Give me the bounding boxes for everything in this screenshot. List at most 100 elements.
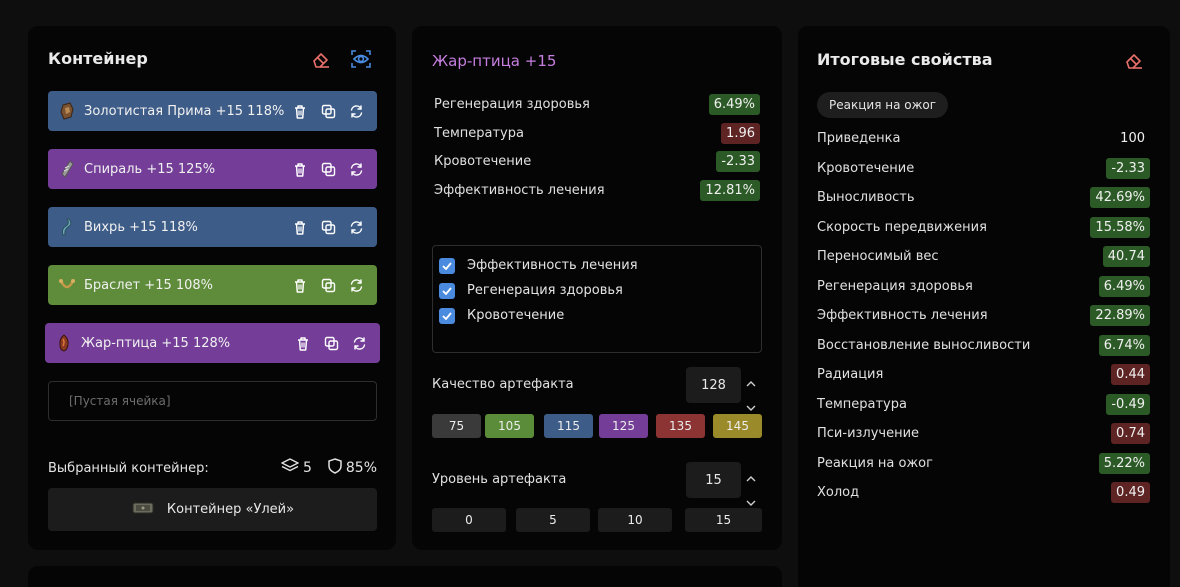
- layers-icon: [281, 458, 299, 478]
- level-preset-button[interactable]: 0: [432, 508, 506, 532]
- chevron-up-icon[interactable]: [746, 467, 756, 486]
- checklist-item[interactable]: Регенерация здоровья: [433, 278, 761, 303]
- eye-scan-icon[interactable]: [350, 48, 372, 70]
- stat-name: Регенерация здоровья: [434, 97, 590, 112]
- empty-slot[interactable]: [Пустая ячейка]: [48, 381, 377, 421]
- container-name: Контейнер «Улей»: [166, 502, 295, 517]
- checklist-label: Регенерация здоровья: [467, 283, 623, 298]
- eraser-icon[interactable]: [1123, 49, 1145, 71]
- refresh-icon[interactable]: [347, 160, 365, 178]
- artifact-slot[interactable]: Спираль +15 125%: [48, 149, 377, 189]
- stat-name: Кровотечение: [434, 154, 532, 169]
- eraser-icon[interactable]: [310, 48, 332, 70]
- copy-icon[interactable]: [319, 102, 337, 120]
- quality-input[interactable]: 128: [686, 367, 741, 403]
- selected-container-label: Выбранный контейнер:: [48, 460, 209, 476]
- copy-icon[interactable]: [319, 160, 337, 178]
- level-input[interactable]: 15: [686, 462, 741, 498]
- stat-value: -2.33: [716, 151, 760, 172]
- quality-preset-button[interactable]: 105: [485, 414, 534, 438]
- refresh-icon[interactable]: [347, 102, 365, 120]
- slot-label: Вихрь +15 118%: [84, 219, 198, 235]
- level-preset-button[interactable]: 10: [598, 508, 672, 532]
- bottom-panel: [28, 566, 782, 587]
- stat-row: Регенерация здоровья 6.49%: [434, 94, 760, 115]
- stat-value: 42.69%: [1090, 187, 1150, 208]
- total-stat-row: Пси-излучение 0.74: [817, 423, 1150, 444]
- artifact-slot[interactable]: Вихрь +15 118%: [48, 207, 377, 247]
- stat-value: 22.89%: [1090, 305, 1150, 326]
- quality-preset-button[interactable]: 75: [432, 414, 481, 438]
- stat-value: 15.58%: [1090, 216, 1150, 238]
- stat-name: Холод: [817, 485, 860, 500]
- checklist-label: Кровотечение: [467, 308, 565, 323]
- quality-preset-button[interactable]: 145: [713, 414, 762, 438]
- shield-icon: [328, 458, 342, 478]
- artifact-slot[interactable]: Жар-птица +15 128%: [45, 323, 380, 363]
- refresh-icon[interactable]: [347, 276, 365, 294]
- trash-icon[interactable]: [291, 218, 309, 236]
- stat-name: Скорость передвижения: [817, 219, 987, 235]
- panel-title: Контейнер: [48, 49, 148, 68]
- container-icon: [131, 500, 155, 520]
- total-stat-row: Переносимый вес 40.74: [817, 246, 1150, 267]
- container-panel: Контейнер Золотистая Прима +15 118% Спира…: [28, 26, 396, 550]
- total-stat-row: Температура -0.49: [817, 393, 1150, 415]
- level-preset-button[interactable]: 5: [516, 508, 590, 532]
- quality-preset-button[interactable]: 135: [656, 414, 705, 438]
- quality-label: Качество артефакта: [432, 377, 574, 392]
- trash-icon[interactable]: [291, 276, 309, 294]
- bracelet-icon: [58, 276, 76, 294]
- chevron-up-icon[interactable]: [746, 372, 756, 391]
- level-label: Уровень артефакта: [432, 472, 567, 487]
- stat-name: Выносливость: [817, 190, 915, 205]
- total-stat-row: Эффективность лечения 22.89%: [817, 305, 1150, 326]
- total-stat-row: Холод 0.49: [817, 482, 1150, 503]
- slot-label: Спираль +15 125%: [84, 161, 216, 177]
- stat-value: -2.33: [1106, 157, 1150, 179]
- trash-icon[interactable]: [291, 160, 309, 178]
- golden-prima-icon: [58, 102, 76, 120]
- stat-name: Эффективность лечения: [817, 308, 988, 323]
- stat-name: Температура: [434, 126, 524, 141]
- stat-value: 1.96: [721, 123, 760, 144]
- filter-tag[interactable]: Реакция на ожог: [817, 92, 949, 118]
- artifact-panel: Жар-птица +15 Регенерация здоровья 6.49% Т…: [412, 26, 782, 550]
- selected-container-row: Выбранный контейнер: 5 85%: [48, 458, 377, 478]
- artifact-slot[interactable]: Браслет +15 108%: [48, 265, 377, 305]
- property-checklist: Эффективность лечения Регенерация здоровь…: [432, 245, 762, 353]
- trash-icon[interactable]: [294, 334, 312, 352]
- stat-row: Эффективность лечения 12.81%: [434, 180, 760, 201]
- checklist-item[interactable]: Эффективность лечения: [433, 253, 761, 278]
- quality-preset-button[interactable]: 115: [544, 414, 593, 438]
- stat-value: 0.49: [1111, 482, 1150, 503]
- level-preset-button[interactable]: 15: [685, 508, 762, 532]
- slot-label: Жар-птица +15 128%: [81, 335, 231, 351]
- stat-value: 6.49%: [708, 94, 760, 115]
- checkbox-checked-icon[interactable]: [439, 257, 455, 274]
- stat-name: Регенерация здоровья: [817, 278, 973, 294]
- stat-name: Температура: [817, 396, 907, 412]
- stat-row: Температура 1.96: [434, 123, 760, 144]
- trash-icon[interactable]: [291, 102, 309, 120]
- checkbox-checked-icon[interactable]: [439, 307, 455, 324]
- stat-value: 6.49%: [1098, 275, 1150, 297]
- panel-title: Итоговые свойства: [817, 50, 993, 69]
- checkbox-checked-icon[interactable]: [439, 282, 455, 299]
- stat-value: 6.74%: [1098, 334, 1150, 356]
- stat-value: 0.44: [1111, 364, 1150, 385]
- copy-icon[interactable]: [319, 218, 337, 236]
- total-stat-row: Радиация 0.44: [817, 364, 1150, 385]
- stat-name: Приведенка: [817, 131, 901, 146]
- refresh-icon[interactable]: [350, 334, 368, 352]
- refresh-icon[interactable]: [347, 218, 365, 236]
- protection-value: 85%: [345, 460, 377, 476]
- artifact-slot[interactable]: Золотистая Прима +15 118%: [48, 91, 377, 131]
- slots-count: 5: [302, 460, 312, 476]
- copy-icon[interactable]: [322, 334, 340, 352]
- checklist-item[interactable]: Кровотечение: [433, 303, 761, 328]
- stat-row: Кровотечение -2.33: [434, 151, 760, 172]
- container-select-button[interactable]: Контейнер «Улей»: [48, 488, 377, 531]
- copy-icon[interactable]: [319, 276, 337, 294]
- quality-preset-button[interactable]: 125: [599, 414, 648, 438]
